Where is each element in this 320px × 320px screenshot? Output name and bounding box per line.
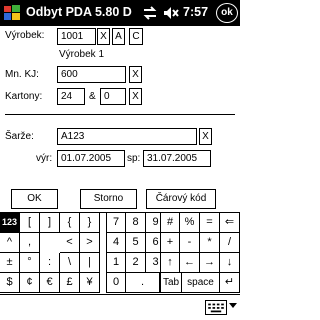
barcode-button[interactable]: Čárový kód [146, 189, 216, 209]
key[interactable]: } [80, 213, 100, 233]
key-arrow-down[interactable]: ↓ [220, 253, 240, 273]
chevron-down-icon[interactable] [229, 303, 237, 308]
key[interactable]: : [40, 253, 60, 273]
key[interactable]: = [200, 213, 220, 233]
vyrobek-clear-button[interactable]: X [97, 28, 110, 45]
vyrobek-input[interactable]: 1001 [57, 28, 96, 45]
key-arrow-right[interactable]: → [200, 253, 220, 273]
key[interactable]: ] [40, 213, 60, 233]
key[interactable]: 5 [126, 233, 146, 253]
key[interactable]: * [200, 233, 220, 253]
key[interactable]: 1 [106, 253, 126, 273]
key[interactable]: 2 [126, 253, 146, 273]
key[interactable]: 0 [106, 273, 126, 293]
key-enter[interactable]: ↵ [220, 273, 240, 293]
sp-date-input[interactable]: 31.07.2005 [143, 150, 211, 167]
kartony-extra-input[interactable]: 0 [100, 88, 126, 105]
key[interactable]: \ [60, 253, 80, 273]
windows-start-icon[interactable] [3, 4, 21, 22]
key-123-mode[interactable]: 123 [0, 213, 20, 233]
vyr-date-input[interactable]: 01.07.2005 [57, 150, 125, 167]
title-bar: Odbyt PDA 5.80 D 7:57 ok [0, 0, 240, 26]
volume-muted-icon[interactable] [163, 5, 179, 21]
key[interactable]: ¥ [80, 273, 100, 293]
key[interactable]: ^ [0, 233, 20, 253]
kartony-clear-button[interactable]: X [129, 88, 142, 105]
key-arrow-left[interactable]: ← [180, 253, 200, 273]
bottom-bar [0, 294, 240, 320]
sync-icon[interactable] [142, 5, 158, 21]
key[interactable]: ± [0, 253, 20, 273]
vyrobek-name: Výrobek 1 [59, 49, 105, 60]
key[interactable]: > [80, 233, 100, 253]
key[interactable]: { [60, 213, 80, 233]
vyrobek-a-button[interactable]: A [112, 28, 125, 45]
key[interactable]: # [160, 213, 180, 233]
vyrobek-label: Výrobek: [5, 30, 45, 41]
key[interactable]: $ [0, 273, 20, 293]
key[interactable]: ¢ [20, 273, 40, 293]
key[interactable]: ° [20, 253, 40, 273]
storno-button[interactable]: Storno [80, 189, 137, 209]
mnkj-label: Mn. KJ: [5, 69, 39, 80]
key[interactable]: < [60, 233, 80, 253]
key[interactable]: 4 [106, 233, 126, 253]
key[interactable]: % [180, 213, 200, 233]
separator [5, 114, 235, 115]
sarze-label: Šarže: [5, 131, 34, 142]
kartony-separator: & [89, 91, 96, 102]
soft-keyboard: 123 [ ] { } 7 8 9 # % = ⇐ ^ , < > 4 5 6 … [0, 212, 240, 293]
key[interactable]: [ [20, 213, 40, 233]
sarze-input[interactable]: A123 [57, 128, 197, 145]
key[interactable]: | [80, 253, 100, 273]
kartony-input[interactable]: 24 [57, 88, 85, 105]
key[interactable]: + [160, 233, 180, 253]
clock[interactable]: 7:57 [183, 5, 208, 19]
key-arrow-up[interactable]: ↑ [160, 253, 180, 273]
key-backspace[interactable]: ⇐ [220, 213, 240, 233]
key[interactable]: 8 [126, 213, 146, 233]
key[interactable]: € [40, 273, 60, 293]
mnkj-clear-button[interactable]: X [129, 66, 142, 83]
keyboard-icon[interactable] [205, 300, 227, 315]
key-space[interactable]: space [182, 273, 220, 293]
vyrobek-c-button[interactable]: C [129, 28, 143, 45]
key[interactable]: £ [60, 273, 80, 293]
key[interactable]: , [20, 233, 40, 253]
sp-label: sp: [127, 153, 141, 164]
mnkj-input[interactable]: 600 [57, 66, 126, 83]
sarze-clear-button[interactable]: X [199, 128, 212, 145]
key[interactable]: - [180, 233, 200, 253]
key-tab[interactable]: Tab [160, 273, 182, 293]
key[interactable]: . [126, 273, 160, 293]
ok-close-button[interactable]: ok [216, 3, 238, 23]
ok-button[interactable]: OK [11, 189, 58, 209]
kartony-label: Kartony: [5, 91, 43, 102]
vyr-label: výr: [36, 153, 53, 164]
app-title: Odbyt PDA 5.80 D [26, 5, 132, 19]
key[interactable]: 7 [106, 213, 126, 233]
key[interactable]: / [220, 233, 240, 253]
